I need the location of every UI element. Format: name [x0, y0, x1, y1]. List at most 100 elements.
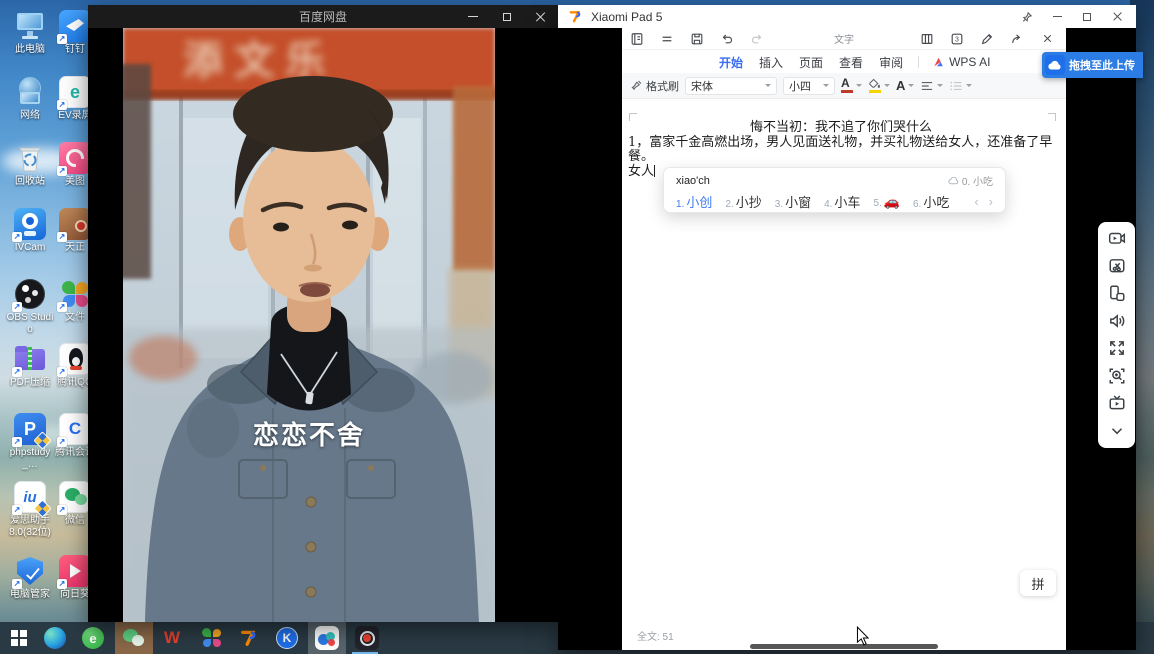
- chevron-down-icon: [966, 84, 972, 90]
- pad-window-titlebar[interactable]: Xiaomi Pad 5: [558, 5, 1136, 28]
- tab-review[interactable]: 审阅: [878, 52, 904, 73]
- pin-button[interactable]: [1012, 5, 1042, 28]
- desktop-icon-pdf-zip[interactable]: ↗ PDF压缩: [6, 343, 54, 389]
- bullet-list-button[interactable]: [949, 80, 972, 92]
- desktop-icon-label: IVCam: [6, 242, 54, 254]
- cast-screen-button[interactable]: [1107, 393, 1127, 413]
- video-window-titlebar[interactable]: 百度网盘: [88, 5, 558, 28]
- highlight-color-button[interactable]: [868, 78, 890, 93]
- ime-cloud-candidate[interactable]: 0. 小吃: [948, 173, 993, 188]
- start-button[interactable]: [0, 622, 38, 654]
- pin-icon: [1021, 11, 1033, 23]
- wps-ribbon-tabs: 开始 插入 页面 查看 审阅 WPS AI: [622, 51, 1066, 73]
- shortcut-arrow-badge: ↗: [12, 437, 22, 447]
- taskbar-wps[interactable]: W: [153, 622, 191, 654]
- font-color-button[interactable]: A: [841, 78, 862, 93]
- speaker-icon: [1108, 312, 1126, 330]
- close-button[interactable]: [524, 5, 558, 28]
- font-size-select[interactable]: 小四: [783, 77, 835, 95]
- windows-logo-icon: [11, 630, 27, 646]
- alignment-button[interactable]: [920, 80, 943, 92]
- maximize-button[interactable]: [490, 5, 524, 28]
- svg-text:3: 3: [955, 36, 959, 43]
- ime-candidate-1[interactable]: 1.小创: [676, 192, 712, 211]
- screen-record-button[interactable]: [1107, 228, 1127, 248]
- rotate-device-button[interactable]: [1107, 283, 1127, 303]
- maximize-button[interactable]: [1072, 5, 1102, 28]
- baidu-netdisk-icon: [315, 626, 339, 650]
- minimize-button[interactable]: [1042, 5, 1072, 28]
- taskbar-edge[interactable]: [36, 622, 74, 654]
- shortcut-arrow-badge: ↗: [57, 232, 67, 242]
- ime-next-page-button[interactable]: ›: [989, 194, 993, 209]
- video-subtitle: 恋恋不舍: [123, 415, 495, 452]
- upload-dropzone-label: 拖拽至此上传: [1069, 57, 1135, 73]
- shortcut-arrow-badge: ↗: [12, 505, 22, 515]
- document-body-line: 1，富家千金高燃出场，男人见面送礼物，并买礼物送给女人，还准备了早餐。: [628, 136, 1054, 165]
- tab-home[interactable]: 开始: [718, 52, 744, 73]
- ime-candidate-5[interactable]: 5.🚗: [873, 194, 900, 210]
- taskbar-kingsoft[interactable]: K: [268, 622, 306, 654]
- font-name-select[interactable]: 宋体: [685, 77, 777, 95]
- minimize-button[interactable]: [456, 5, 490, 28]
- close-button[interactable]: [1102, 5, 1132, 28]
- tab-page[interactable]: 页面: [798, 52, 824, 73]
- close-document-button[interactable]: [1032, 32, 1062, 46]
- desktop-icon-network[interactable]: 网络: [6, 76, 54, 122]
- edit-pen-button[interactable]: [972, 32, 1002, 46]
- wps-ai-button[interactable]: WPS AI: [933, 55, 990, 69]
- taskbar-wechat[interactable]: [115, 622, 153, 654]
- baidu-netdisk-video-window: 百度网盘: [88, 5, 558, 622]
- collapse-toolbar-button[interactable]: [1107, 421, 1127, 441]
- volume-button[interactable]: [1107, 311, 1127, 331]
- character-style-button[interactable]: A: [896, 80, 914, 91]
- desktop-icon-obs[interactable]: ↗ OBS Studio: [6, 278, 54, 335]
- desktop-icon-aisi[interactable]: iu ↗ 爱思助手 8.0(32位): [6, 481, 54, 538]
- tab-insert[interactable]: 插入: [758, 52, 784, 73]
- share-button[interactable]: [1002, 32, 1032, 46]
- zoom-magnifier-icon: [1108, 367, 1126, 385]
- format-painter-icon: [630, 79, 643, 92]
- shortcut-arrow-badge: ↗: [57, 302, 67, 312]
- paint-bucket-icon: [868, 78, 881, 89]
- tencent-meeting-icon: C ↗: [59, 413, 91, 445]
- netdisk-upload-dropzone[interactable]: 拖拽至此上传: [1042, 52, 1143, 78]
- ime-candidate-4[interactable]: 4.小车: [824, 192, 860, 211]
- video-player-area[interactable]: 添 文 乐: [88, 28, 558, 622]
- desktop-icon-label: OBS Studio: [6, 312, 54, 335]
- desktop-icon-pc-manager[interactable]: ↗ 电脑管家: [6, 555, 54, 601]
- ime-candidate-3[interactable]: 3.小窗: [775, 192, 811, 211]
- horizontal-scrollbar[interactable]: [750, 644, 938, 649]
- page-layout-button[interactable]: [912, 32, 942, 46]
- ime-candidate-6[interactable]: 6.小吃: [913, 192, 949, 211]
- tab-view[interactable]: 查看: [838, 52, 864, 73]
- taskbar-baidu-netdisk[interactable]: [308, 622, 346, 654]
- obs-studio-icon: ↗: [14, 278, 46, 310]
- shortcut-arrow-badge: ↗: [12, 367, 22, 377]
- ime-prev-page-button[interactable]: ‹: [974, 194, 978, 209]
- dingtalk-icon: ↗: [59, 10, 91, 42]
- ivcam-icon: ↗: [14, 208, 46, 240]
- zoom-in-button[interactable]: [1107, 366, 1127, 386]
- shortcut-arrow-badge: ↗: [57, 367, 67, 377]
- desktop-icon-recycle-bin[interactable]: 回收站: [6, 142, 54, 188]
- taskbar-screen-record[interactable]: [348, 622, 386, 654]
- ime-candidate-2[interactable]: 2.小抄: [725, 192, 761, 211]
- close-icon: [536, 12, 546, 22]
- taskbar-mi-share[interactable]: [230, 622, 268, 654]
- cloud-icon: [948, 177, 959, 185]
- ime-pinyin-badge[interactable]: 拼: [1020, 570, 1056, 596]
- screen-record-icon: [1108, 229, 1126, 247]
- page-number-icon: 3: [950, 32, 964, 46]
- pad-window-title: Xiaomi Pad 5: [591, 10, 662, 24]
- desktop-icon-this-pc[interactable]: 此电脑: [6, 10, 54, 56]
- format-painter-button[interactable]: 格式刷: [630, 78, 679, 94]
- fullscreen-button[interactable]: [1107, 338, 1127, 358]
- page-number-button[interactable]: 3: [942, 32, 972, 46]
- desktop-icon-phpstudy[interactable]: P ↗ phpstudy_…: [6, 413, 54, 470]
- screenshot-button[interactable]: [1107, 256, 1127, 276]
- desktop-icon-ivcam[interactable]: ↗ IVCam: [6, 208, 54, 254]
- document-title-line: 悔不当初：我不追了你们哭什么: [628, 121, 1054, 136]
- taskbar-clover-app[interactable]: [193, 622, 231, 654]
- taskbar-360-browser[interactable]: e: [74, 622, 112, 654]
